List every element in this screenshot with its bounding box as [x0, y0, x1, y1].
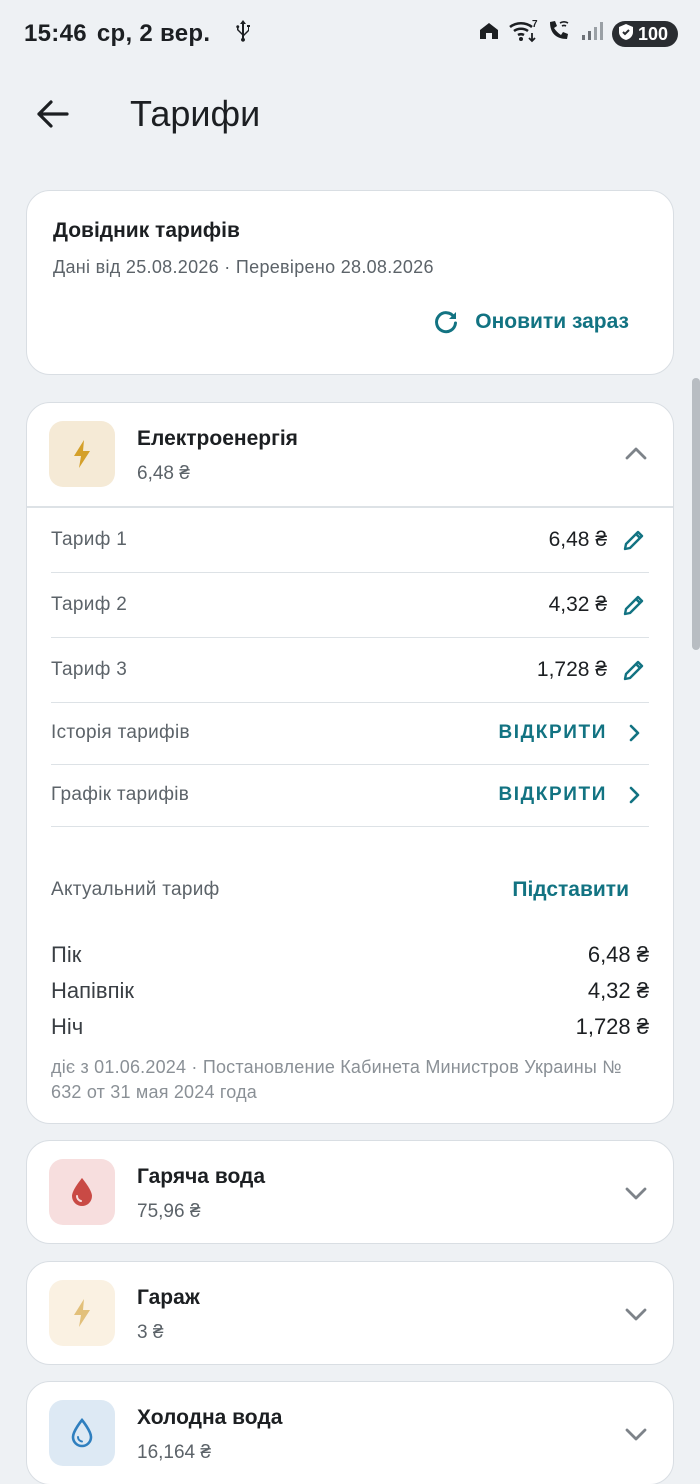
utility-header-electricity[interactable]: Електроенергія 6,48 ₴ [27, 403, 673, 506]
period-row: Пік 6,48 ₴ [51, 937, 649, 973]
lightning-icon [74, 440, 90, 468]
drop-filled-icon [72, 1178, 92, 1206]
tariff-rows: Тариф 1 6,48 ₴ Тариф 2 4,32 ₴ Тариф 3 1,… [51, 508, 649, 827]
tariff-value: 4,32 ₴ [548, 592, 607, 616]
utility-name: Холодна вода [137, 1406, 283, 1429]
period-name: Пік [51, 941, 82, 967]
utility-name: Гараж [137, 1286, 200, 1309]
tariff-row: Тариф 2 4,32 ₴ [51, 573, 649, 638]
arrow-left-icon [37, 100, 69, 128]
period-value: 4,32 ₴ [587, 977, 649, 1003]
pencil-icon[interactable] [621, 657, 647, 683]
tariff-schedule-row[interactable]: Графік тарифів ВІДКРИТИ [51, 765, 649, 827]
utility-icon-tile [49, 1280, 115, 1346]
status-time: 15:46 [24, 20, 87, 47]
usb-icon [234, 19, 252, 50]
period-row: Ніч 1,728 ₴ [51, 1009, 649, 1045]
utility-card-electricity: Електроенергія 6,48 ₴ Тариф 1 6,48 ₴ Тар… [26, 402, 674, 1124]
tariff-value: 1,728 ₴ [536, 657, 607, 681]
actual-tariff-section: Актуальний тариф Підставити Пік 6,48 ₴ Н… [51, 827, 649, 1105]
status-date: ср, 2 вер. [96, 20, 211, 47]
refresh-now-button[interactable]: Оновити зараз [433, 309, 629, 335]
utility-icon-tile [49, 1400, 115, 1466]
link-label: Графік тарифів [51, 784, 190, 805]
utility-name: Гаряча вода [137, 1165, 266, 1188]
back-button[interactable] [24, 86, 80, 142]
drop-outline-icon [71, 1417, 93, 1448]
tariff-history-row[interactable]: Історія тарифів ВІДКРИТИ [51, 703, 649, 765]
refresh-icon [435, 311, 458, 334]
utility-price: 3 ₴ [137, 1322, 164, 1343]
chevron-down-icon[interactable] [623, 1183, 649, 1203]
utility-card-hot-water[interactable]: Гаряча вода 75,96 ₴ [26, 1140, 674, 1244]
page-title: Тарифи [130, 93, 261, 134]
pencil-icon[interactable] [621, 592, 647, 618]
period-name: Напівпік [51, 977, 135, 1003]
utility-name: Електроенергія [137, 427, 298, 450]
utility-icon-tile [49, 421, 115, 487]
home-icon [478, 20, 500, 49]
period-name: Ніч [51, 1013, 84, 1039]
tariff-row: Тариф 3 1,728 ₴ [51, 638, 649, 703]
chevron-up-icon[interactable] [623, 443, 649, 463]
substitute-button[interactable]: Підставити [512, 878, 629, 902]
tariff-value: 6,48 ₴ [548, 527, 607, 551]
tariff-label: Тариф 1 [51, 528, 128, 550]
utility-card-cold-water[interactable]: Холодна вода 16,164 ₴ [26, 1381, 674, 1484]
shield-icon [618, 23, 634, 46]
link-label: Історія тарифів [51, 722, 190, 743]
refresh-label: Оновити зараз [475, 310, 629, 333]
utility-price: 6,48 ₴ [137, 463, 190, 484]
call-wifi-icon [546, 19, 572, 50]
period-value: 1,728 ₴ [575, 1013, 649, 1039]
open-schedule-button[interactable]: ВІДКРИТИ [498, 784, 607, 806]
chevron-right-icon [629, 786, 640, 804]
chevron-down-icon[interactable] [623, 1304, 649, 1324]
actual-tariff-label: Актуальний тариф [51, 878, 220, 900]
utility-card-garage[interactable]: Гараж 3 ₴ [26, 1261, 674, 1365]
directory-title: Довідник тарифів [53, 219, 240, 242]
chevron-right-icon [629, 724, 640, 742]
status-bar: 15:46 ср, 2 вер. 7 100 [0, 0, 700, 68]
tariff-source-note: діє з 01.06.2024 · Постановление Кабинет… [51, 1056, 622, 1102]
tariff-label: Тариф 3 [51, 658, 128, 680]
open-history-button[interactable]: ВІДКРИТИ [498, 722, 607, 744]
utility-icon-tile [49, 1159, 115, 1225]
utility-price: 16,164 ₴ [137, 1442, 211, 1463]
period-value: 6,48 ₴ [587, 941, 649, 967]
tariff-directory-card: Довідник тарифів Дані від 25.08.2026 · П… [26, 190, 674, 375]
period-row: Напівпік 4,32 ₴ [51, 973, 649, 1009]
lightning-icon [74, 1299, 90, 1327]
pencil-icon[interactable] [621, 527, 647, 553]
wifi-icon: 7 [508, 19, 538, 50]
app-bar: Тарифи [0, 78, 700, 150]
directory-subtitle: Дані від 25.08.2026 · Перевірено 28.08.2… [53, 257, 434, 277]
tariff-label: Тариф 2 [51, 593, 128, 615]
utility-price: 75,96 ₴ [137, 1201, 201, 1222]
scrollbar[interactable] [692, 378, 700, 650]
tariff-row: Тариф 1 6,48 ₴ [51, 508, 649, 573]
battery-level: 100 [637, 23, 668, 44]
chevron-down-icon[interactable] [623, 1424, 649, 1444]
battery-indicator: 100 [611, 21, 678, 47]
svg-text:7: 7 [532, 19, 538, 30]
signal-icon [580, 20, 604, 49]
